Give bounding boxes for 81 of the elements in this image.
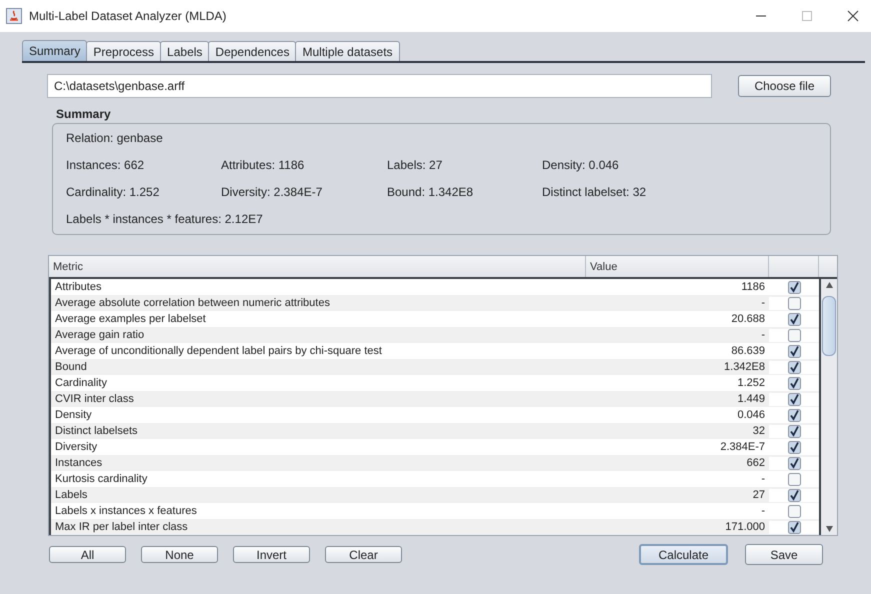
checkbox[interactable] [788,392,800,406]
table-cell-text: 20.688 [730,313,766,325]
summary-text: Density: 0.046 [542,158,620,172]
column-header[interactable]: Metric [49,256,586,277]
checkbox[interactable] [788,408,800,422]
table-cell-text: 32 [752,425,766,437]
table-cell-text: 86.639 [730,345,766,357]
checkbox[interactable] [788,344,800,358]
table-cell-text: Average gain ratio [54,329,146,341]
table-cell-text: 171.000 [724,521,766,533]
selection-button[interactable]: Invert [233,546,310,563]
table-cell-text: 27 [752,489,766,501]
table-cell-text: Average examples per labelset [54,313,207,325]
summary-text: Bound: 1.342E8 [387,185,474,199]
checkbox[interactable] [788,280,800,294]
table-cell-text: Density [54,409,93,421]
scroll-down-icon[interactable] [826,526,832,532]
column-header[interactable]: Value [586,256,769,277]
table-cell-text: Cardinality [54,377,108,389]
window-title: Multi-Label Dataset Analyzer (MLDA) [29,9,226,23]
selection-button[interactable]: All [49,546,126,563]
scrollbar-thumb[interactable] [822,296,836,356]
checkbox[interactable] [788,424,800,438]
summary-text: Diversity: 2.384E-7 [221,185,324,199]
table-cell-text: - [760,329,766,341]
selection-button[interactable]: Clear [325,546,402,563]
tab[interactable]: Labels [160,41,210,61]
checkbox[interactable] [788,520,800,534]
checkbox[interactable] [788,376,800,390]
table-cell-text: Bound [54,361,88,373]
vertical-scrollbar[interactable] [819,279,837,535]
checkbox[interactable] [788,360,800,374]
table-cell-text: CVIR inter class [54,393,135,405]
table-cell-text: 0.046 [736,409,766,421]
table-cell-text: - [760,505,766,517]
table-cell-text: Average of unconditionally dependent label pairs by chi-square test [54,345,383,357]
tab[interactable]: Multiple datasets [295,41,400,61]
tab[interactable]: Dependences [208,41,296,61]
summary-text: Instances: 662 [66,158,146,172]
file-path-field[interactable]: C:\datasets\genbase.arff [47,74,712,98]
scroll-up-icon[interactable] [826,282,832,288]
action-button[interactable]: Calculate [639,544,728,565]
table-cell-text: Average absolute correlation between numeric attributes [54,297,331,309]
action-button[interactable]: Save [745,544,823,565]
summary-text: Labels * instances * features: 2.12E7 [66,212,264,226]
checkbox[interactable] [788,440,800,454]
table-cell-text: - [760,473,766,485]
table-cell-text: Kurtosis cardinality [54,473,148,485]
summary-text: Distinct labelset: 32 [542,185,648,199]
summary-text: Cardinality: 1.252 [66,185,160,199]
table-cell-text: 1.449 [736,393,766,405]
checkbox[interactable] [788,504,800,518]
table-cell-text: Instances [54,457,104,469]
tab[interactable]: Summary [22,40,88,61]
close-icon[interactable] [847,10,859,22]
table-cell-text: - [760,297,766,309]
table-cell-text: 2.384E-7 [719,441,766,453]
table-cell-text: Labels x instances x features [54,505,198,517]
table-cell-text: Max IR per label inter class [54,521,189,533]
summary-text: Relation: genbase [66,131,164,145]
java-app-icon [6,8,22,24]
table-cell-text: 1186 [740,281,766,293]
table-cell-text: Labels [54,489,88,501]
table-cell-text: 662 [746,457,766,469]
checkbox[interactable] [788,488,800,502]
checkbox[interactable] [788,472,800,486]
table-cell-text: 1.252 [736,377,766,389]
summary-text: Attributes: 1186 [221,158,306,172]
table-cell-text: Attributes [54,281,102,293]
summary-text: Labels: 27 [387,158,444,172]
summary-heading: Summary [56,107,112,121]
checkbox[interactable] [788,456,800,470]
choose-file-button[interactable]: Choose file [738,75,831,97]
checkbox[interactable] [788,328,800,342]
checkbox[interactable] [788,296,800,310]
table-cell-text: Diversity [54,441,98,453]
checkbox[interactable] [788,312,800,326]
table-cell-text: 1.342E8 [723,361,766,373]
tab[interactable]: Preprocess [86,41,162,61]
selection-button[interactable]: None [141,546,218,563]
table-cell-text: Distinct labelsets [54,425,139,437]
